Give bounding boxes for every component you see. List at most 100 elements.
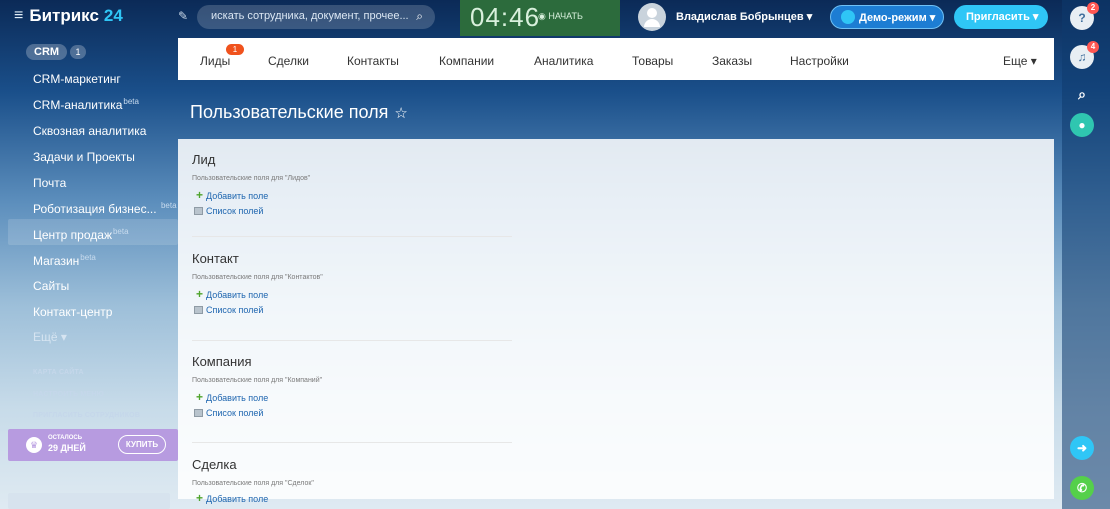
field-list-label: Список полей bbox=[206, 206, 264, 216]
user-menu[interactable]: Владислав Бобрынцев ▾ bbox=[676, 10, 812, 23]
brand-logo[interactable]: ≡ Битрикс 24 bbox=[14, 6, 123, 26]
sidebar: CRM 1 CRM-маркетинг CRM-аналитикаbeta Ск… bbox=[0, 34, 178, 509]
crown-icon: ♛ bbox=[26, 437, 42, 453]
invite-button[interactable]: Пригласить ▾ bbox=[954, 5, 1048, 29]
help-icon[interactable]: ? 2 bbox=[1070, 2, 1099, 30]
sidebar-item-crm-analytics[interactable]: CRM-аналитикаbeta bbox=[33, 97, 139, 112]
sidebar-item-label: Центр продаж bbox=[33, 228, 112, 242]
clock: 04:46 bbox=[470, 2, 541, 32]
sidebar-item-contact-center[interactable]: Контакт-центр bbox=[33, 305, 112, 319]
plus-icon: + bbox=[196, 390, 204, 404]
sidebar-item-label: CRM-маркетинг bbox=[33, 72, 121, 86]
sidebar-item-mail[interactable]: Почта bbox=[33, 176, 66, 190]
sidebar-item-sales-center[interactable]: Центр продажbeta bbox=[33, 227, 129, 242]
section-title: Сделка bbox=[192, 457, 237, 472]
star-icon[interactable]: ☆ bbox=[394, 105, 407, 122]
sidebar-item-label: Сайты bbox=[33, 279, 70, 293]
avatar[interactable] bbox=[638, 3, 666, 31]
beta-tag: beta bbox=[123, 97, 139, 106]
demo-mode-button[interactable]: Демо-режим ▾ bbox=[830, 5, 944, 29]
page-title: Пользовательские поля ☆ bbox=[190, 102, 408, 123]
sidebar-item-more[interactable]: Ещё ▾ bbox=[33, 330, 67, 344]
section-title: Контакт bbox=[192, 251, 239, 266]
field-list-link[interactable]: Список полей bbox=[194, 206, 263, 216]
tab-products[interactable]: Товары bbox=[632, 54, 673, 68]
page-title-text: Пользовательские поля bbox=[190, 102, 389, 122]
field-list-label: Список полей bbox=[206, 408, 264, 418]
sitemap-link[interactable]: КАРТА САЙТА bbox=[33, 369, 84, 376]
brand-number: 24 bbox=[103, 6, 123, 25]
divider bbox=[192, 340, 512, 341]
add-field-link[interactable]: + Добавить поле bbox=[196, 491, 268, 505]
sidebar-item-label: Роботизация бизнес... bbox=[33, 202, 157, 216]
tab-contacts[interactable]: Контакты bbox=[347, 54, 399, 68]
work-day-block[interactable]: 04:46 ◉ НАЧАТЬ bbox=[460, 0, 620, 36]
search-placeholder: искать сотрудника, документ, прочее... bbox=[211, 10, 409, 22]
search-icon[interactable]: ⌕ bbox=[416, 9, 423, 24]
tab-leads[interactable]: Лиды bbox=[200, 54, 230, 68]
start-button[interactable]: ◉ НАЧАТЬ bbox=[538, 11, 583, 22]
divider bbox=[192, 442, 512, 443]
tab-companies[interactable]: Компании bbox=[439, 54, 494, 68]
notify-badge: 4 bbox=[1087, 41, 1099, 53]
configure-menu-link[interactable]: НАСТРОИТЬ МЕНЮ bbox=[33, 391, 104, 398]
divider bbox=[192, 236, 512, 237]
crm-counter: 1 bbox=[70, 45, 86, 59]
buy-button[interactable]: КУПИТЬ bbox=[118, 435, 166, 454]
sidebar-item-label: Ещё ▾ bbox=[33, 330, 67, 344]
section-description: Пользовательские поля для "Лидов" bbox=[192, 175, 311, 182]
sidebar-item-end-to-end-analytics[interactable]: Сквозная аналитика bbox=[33, 124, 146, 138]
field-list-link[interactable]: Список полей bbox=[194, 408, 263, 418]
section-description: Пользовательские поля для "Контактов" bbox=[192, 274, 323, 281]
list-icon bbox=[194, 206, 203, 215]
sidebar-bottom-strip bbox=[8, 493, 170, 509]
sidebar-item-crm[interactable]: CRM bbox=[26, 44, 68, 60]
sidebar-item-tasks[interactable]: Задачи и Проекты bbox=[33, 150, 135, 164]
tab-analytics[interactable]: Аналитика bbox=[534, 54, 593, 68]
start-label: НАЧАТЬ bbox=[548, 11, 583, 21]
field-list-link[interactable]: Список полей bbox=[194, 305, 263, 315]
section-title: Компания bbox=[192, 354, 252, 369]
sidebar-item-crm-marketing[interactable]: CRM-маркетинг bbox=[33, 72, 121, 86]
section-title: Лид bbox=[192, 152, 216, 167]
field-list-label: Список полей bbox=[206, 305, 264, 315]
pencil-icon[interactable]: ✎ bbox=[178, 9, 188, 23]
section-description: Пользовательские поля для "Сделок" bbox=[192, 480, 314, 487]
sidebar-item-label: CRM-аналитика bbox=[33, 98, 123, 112]
bell-icon[interactable]: ♫ 4 bbox=[1070, 41, 1099, 69]
sidebar-item-robotization[interactable]: Роботизация бизнес... beta bbox=[33, 201, 177, 216]
add-field-link[interactable]: + Добавить поле bbox=[196, 287, 268, 301]
beta-tag: beta bbox=[80, 253, 96, 262]
add-field-link[interactable]: + Добавить поле bbox=[196, 390, 268, 404]
sidebar-item-label: Задачи и Проекты bbox=[33, 150, 135, 164]
list-icon bbox=[194, 408, 203, 417]
plus-icon: + bbox=[196, 188, 204, 202]
exit-icon[interactable]: ➜ bbox=[1070, 436, 1094, 460]
tab-more[interactable]: Еще ▾ bbox=[1003, 54, 1037, 68]
contact-icon[interactable]: ● bbox=[1070, 113, 1094, 137]
phone-icon[interactable]: ✆ bbox=[1070, 476, 1094, 500]
plus-icon: + bbox=[196, 287, 204, 301]
invite-employees-link[interactable]: ПРИГЛАСИТЬ СОТРУДНИКОВ bbox=[33, 412, 140, 419]
tab-settings[interactable]: Настройки bbox=[790, 54, 849, 68]
trial-promo: ♛ ОСТАЛОСЬ 29 ДНЕЙ КУПИТЬ bbox=[8, 429, 178, 461]
sidebar-item-sites[interactable]: Сайты bbox=[33, 279, 69, 293]
plus-icon: + bbox=[196, 491, 204, 505]
sidebar-item-label: Контакт-центр bbox=[33, 305, 113, 319]
chat-icon bbox=[841, 10, 855, 25]
tab-orders[interactable]: Заказы bbox=[712, 54, 752, 68]
help-badge: 2 bbox=[1087, 2, 1099, 14]
menu-icon[interactable]: ≡ bbox=[14, 7, 23, 25]
search-icon[interactable]: ⌕ bbox=[1070, 82, 1094, 106]
search-input[interactable]: искать сотрудника, документ, прочее... ⌕ bbox=[197, 5, 435, 29]
user-name: Владислав Бобрынцев bbox=[676, 11, 804, 23]
add-field-link[interactable]: + Добавить поле bbox=[196, 188, 268, 202]
sidebar-item-label: Сквозная аналитика bbox=[33, 124, 147, 138]
tab-deals[interactable]: Сделки bbox=[268, 54, 309, 68]
promo-days: 29 ДНЕЙ bbox=[48, 443, 86, 453]
brand-name: Битрикс bbox=[29, 6, 99, 25]
beta-tag: beta bbox=[160, 201, 177, 210]
sidebar-item-shop[interactable]: Магазинbeta bbox=[33, 253, 96, 268]
beta-tag: beta bbox=[112, 227, 129, 236]
invite-label: Пригласить bbox=[966, 11, 1030, 23]
